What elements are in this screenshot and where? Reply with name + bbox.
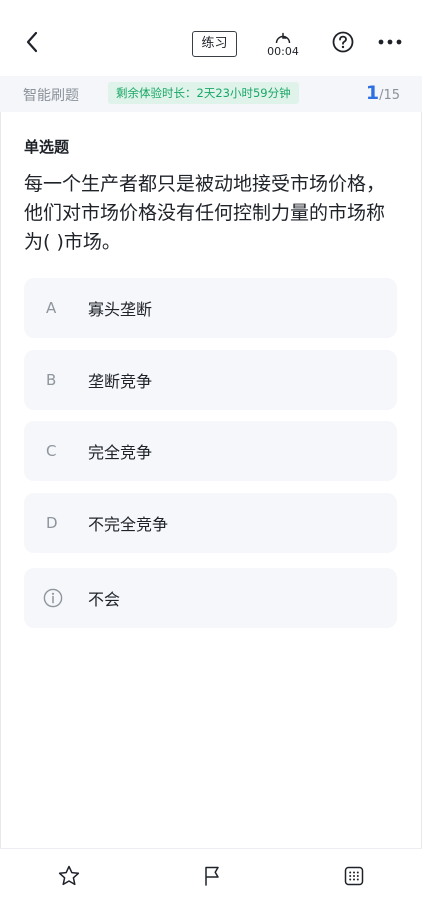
answer-sheet-button[interactable] bbox=[342, 864, 368, 890]
screen-edge-left bbox=[0, 0, 1, 898]
back-button[interactable] bbox=[20, 28, 44, 56]
dont-know-option[interactable]: 不会 bbox=[24, 568, 397, 628]
option-letter: D bbox=[46, 514, 58, 532]
mode-label: 智能刷题 bbox=[23, 88, 79, 104]
mark-button[interactable] bbox=[200, 864, 226, 890]
option-b[interactable]: B 垄断竞争 bbox=[24, 350, 397, 410]
star-icon bbox=[58, 865, 80, 886]
question-text: 每一个生产者都只是被动地接受市场价格，他们对市场价格没有任何控制力量的市场称为(… bbox=[24, 173, 386, 253]
dont-know-text: 不会 bbox=[88, 590, 121, 609]
option-d[interactable]: D 不完全竞争 bbox=[24, 493, 397, 553]
option-letter: A bbox=[46, 299, 57, 317]
option-a[interactable]: A 寡头垄断 bbox=[24, 278, 397, 338]
option-letter: B bbox=[46, 371, 57, 389]
option-text: 不完全竞争 bbox=[88, 515, 169, 534]
question-progress: 1/15 bbox=[366, 82, 400, 104]
help-button[interactable] bbox=[332, 31, 356, 55]
info-icon bbox=[43, 588, 63, 608]
progress-total: /15 bbox=[379, 88, 400, 103]
chevron-left-icon bbox=[26, 31, 38, 53]
favorite-button[interactable] bbox=[57, 864, 83, 890]
option-text: 寡头垄断 bbox=[88, 300, 153, 319]
option-letter: C bbox=[46, 442, 57, 460]
answer-sheet-icon bbox=[344, 866, 364, 886]
trial-time-badge: 剩余体验时长：2天23小时59分钟 bbox=[108, 82, 299, 104]
option-c[interactable]: C 完全竞争 bbox=[24, 421, 397, 481]
practice-mode-badge[interactable]: 练习 bbox=[192, 31, 237, 57]
more-dots-icon bbox=[378, 39, 402, 45]
timer[interactable]: 00:04 bbox=[262, 30, 304, 60]
help-circle-icon bbox=[332, 31, 354, 53]
info-bar: 智能刷题 剩余体验时长：2天23小时59分钟 1/15 bbox=[0, 76, 422, 112]
question-type: 单选题 bbox=[24, 138, 70, 156]
flag-icon bbox=[205, 866, 219, 886]
option-text: 完全竞争 bbox=[88, 443, 153, 462]
top-bar: 练习 00:04 bbox=[0, 0, 422, 76]
more-button[interactable] bbox=[376, 30, 406, 54]
bottom-bar bbox=[0, 848, 422, 898]
timer-text: 00:04 bbox=[267, 45, 299, 58]
option-text: 垄断竞争 bbox=[88, 372, 153, 391]
progress-current: 1 bbox=[365, 82, 380, 104]
clock-icon bbox=[275, 32, 291, 44]
